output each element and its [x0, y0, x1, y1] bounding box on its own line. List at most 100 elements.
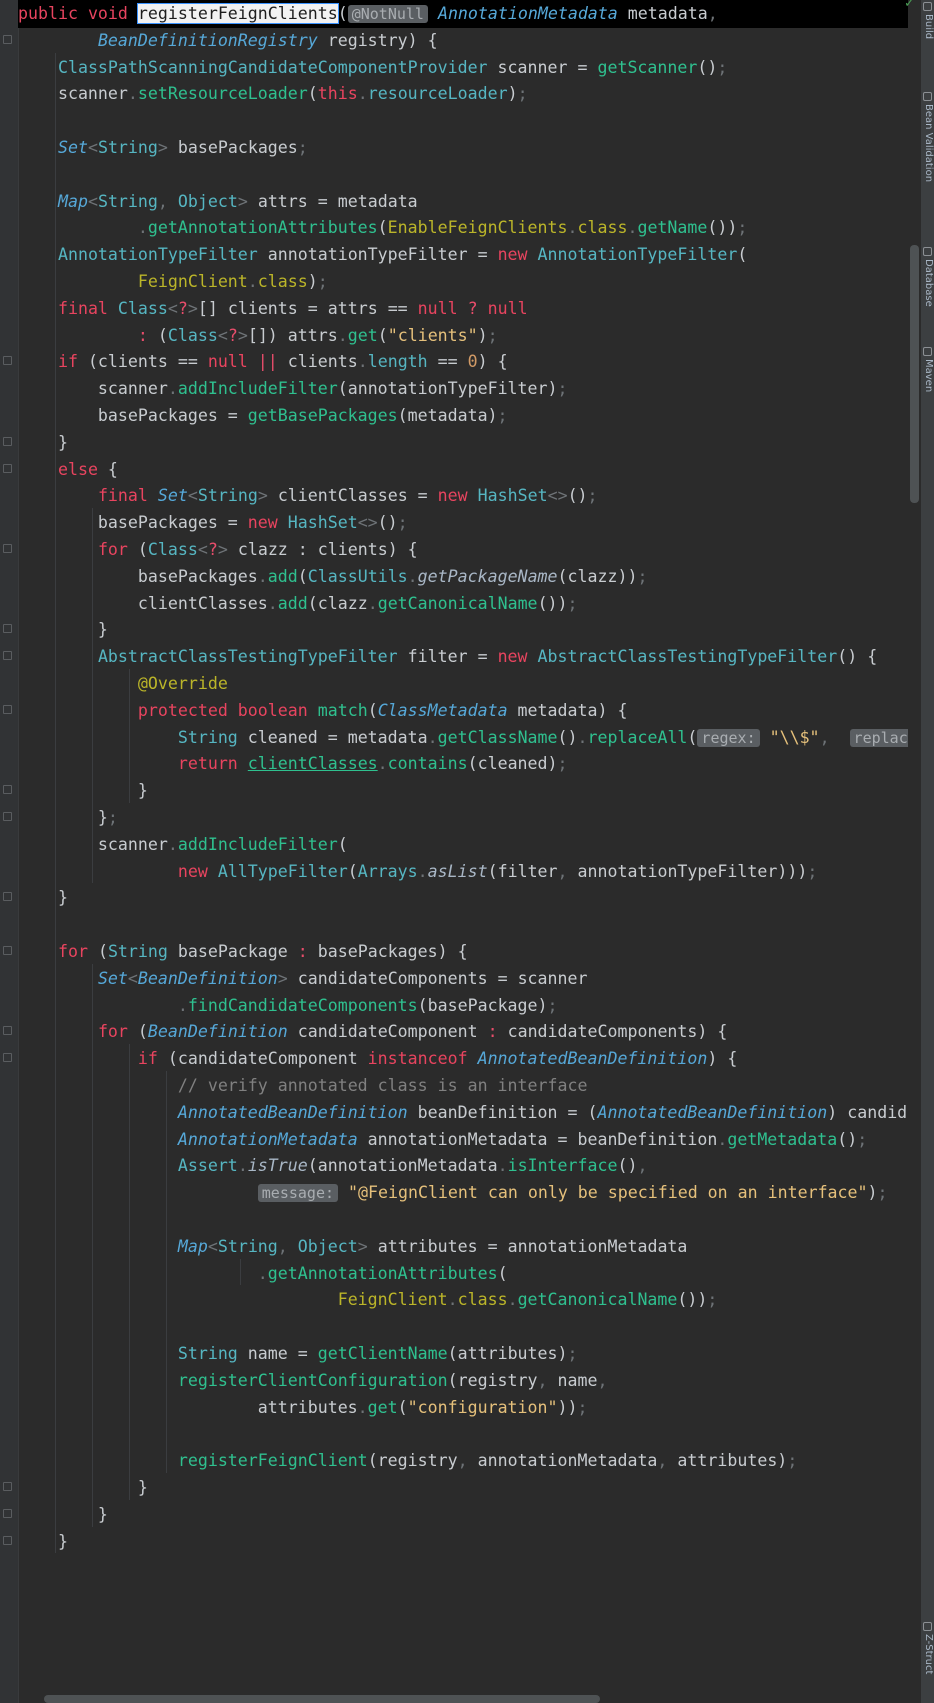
code-line[interactable]: : (Class<?>[]) attrs.get("clients"); [18, 321, 908, 350]
fold-toggle-icon[interactable] [3, 544, 12, 553]
code-line[interactable]: Set<String> basePackages; [18, 133, 908, 162]
code-line[interactable]: } [18, 776, 908, 805]
code-line[interactable]: Set<BeanDefinition> candidateComponents … [18, 964, 908, 993]
code-line[interactable]: BeanDefinitionRegistry registry) { [18, 26, 908, 55]
code-line[interactable]: final Set<String> clientClasses = new Ha… [18, 481, 908, 510]
code-line[interactable]: clientClasses.add(clazz.getCanonicalName… [18, 589, 908, 618]
code-line[interactable]: @Override [18, 669, 908, 698]
current-code-line[interactable]: public void registerFeignClients(@NotNul… [18, 0, 908, 28]
code-line[interactable]: attributes.get("configuration")); [18, 1393, 908, 1422]
code-text: ( [297, 566, 308, 586]
punctuation-token: . [717, 1129, 728, 1149]
tool-window-tab[interactable]: Maven [922, 359, 934, 469]
tool-window-tab[interactable]: Bean Validation [922, 104, 934, 214]
code-line[interactable]: new AllTypeFilter(Arrays.asList(filter, … [18, 857, 908, 886]
code-line[interactable]: ClassPathScanningCandidateComponentProvi… [18, 53, 908, 82]
tool-window-icon[interactable] [923, 2, 932, 11]
code-line[interactable] [18, 160, 908, 189]
fold-toggle-icon[interactable] [3, 651, 12, 661]
code-line[interactable]: String name = getClientName(attributes); [18, 1339, 908, 1368]
code-line[interactable]: } [18, 1527, 908, 1556]
tool-window-tab[interactable]: Z-Struct [922, 1634, 934, 1703]
code-line[interactable]: // verify annotated class is an interfac… [18, 1071, 908, 1100]
fold-toggle-icon[interactable] [3, 1482, 12, 1491]
code-line[interactable]: return clientClasses.contains(cleaned); [18, 749, 908, 778]
code-line[interactable]: scanner.addIncludeFilter(annotationTypeF… [18, 374, 908, 403]
code-line[interactable]: AnnotatedBeanDefinition beanDefinition =… [18, 1098, 908, 1127]
code-text: name = [237, 1344, 318, 1363]
tool-window-icon[interactable] [923, 1622, 932, 1631]
code-line[interactable]: basePackages.add(ClassUtils.getPackageNa… [18, 562, 908, 591]
fold-toggle-icon[interactable] [3, 1508, 12, 1518]
code-editor[interactable]: public void registerFeignClients(@NotNul… [0, 0, 934, 1703]
code-text: cleaned = metadata [237, 727, 428, 747]
code-line[interactable]: for (String basePackage : basePackages) … [18, 937, 908, 966]
code-line[interactable]: scanner.addIncludeFilter( [18, 830, 908, 859]
code-line[interactable]: AbstractClassTestingTypeFilter filter = … [18, 642, 908, 671]
class-token: String [97, 191, 158, 211]
code-line[interactable]: }; [18, 803, 908, 832]
code-line[interactable]: message: "@FeignClient can only be speci… [18, 1178, 908, 1207]
code-line[interactable]: else { [18, 455, 908, 484]
code-line[interactable]: registerClientConfiguration(registry, na… [18, 1366, 908, 1395]
inspection-ok-icon[interactable]: ✓ [904, 0, 915, 11]
code-line[interactable]: registerFeignClient(registry, annotation… [18, 1446, 908, 1475]
fold-toggle-icon[interactable] [3, 356, 12, 366]
code-line[interactable]: } [18, 615, 908, 644]
code-line[interactable]: .findCandidateComponents(basePackage); [18, 991, 908, 1020]
code-line[interactable]: Map<String, Object> attributes = annotat… [18, 1232, 908, 1261]
tool-window-icon[interactable] [923, 347, 932, 356]
fold-toggle-icon[interactable] [3, 946, 12, 955]
fold-toggle-icon[interactable] [3, 436, 12, 446]
code-line[interactable] [18, 1312, 908, 1341]
punctuation-token: , [457, 1451, 478, 1471]
code-line[interactable]: FeignClient.class); [18, 267, 908, 296]
fold-toggle-icon[interactable] [3, 624, 12, 634]
code-line[interactable]: AnnotationMetadata annotationMetadata = … [18, 1125, 908, 1154]
fold-toggle-icon[interactable] [3, 34, 12, 44]
code-line[interactable]: basePackages = new HashSet<>(); [18, 508, 908, 537]
code-text: ( [397, 1397, 408, 1417]
fold-toggle-icon[interactable] [3, 1026, 12, 1036]
code-area[interactable]: public void registerFeignClients(@NotNul… [18, 0, 908, 1703]
code-line[interactable]: .getAnnotationAttributes(EnableFeignClie… [18, 213, 908, 242]
code-line[interactable]: String cleaned = metadata.getClassName()… [18, 723, 908, 752]
code-line[interactable] [18, 910, 908, 939]
tool-window-icon[interactable] [923, 247, 932, 256]
code-line[interactable]: .getAnnotationAttributes( [18, 1259, 908, 1288]
fold-toggle-icon[interactable] [3, 785, 12, 795]
code-line[interactable]: final Class<?>[] clients = attrs == null… [18, 294, 908, 323]
code-line[interactable]: } [18, 428, 908, 457]
fold-toggle-icon[interactable] [3, 1053, 12, 1063]
code-line[interactable]: scanner.setResourceLoader(this.resourceL… [18, 79, 908, 108]
code-line[interactable]: } [18, 1500, 908, 1529]
fold-toggle-icon[interactable] [3, 892, 12, 902]
code-line[interactable]: } [18, 1473, 908, 1502]
code-line[interactable]: basePackages = getBasePackages(metadata)… [18, 401, 908, 430]
code-line[interactable]: for (BeanDefinition candidateComponent :… [18, 1017, 908, 1046]
tool-window-icon[interactable] [923, 92, 932, 101]
code-line[interactable]: for (Class<?> clazz : clients) { [18, 535, 908, 564]
code-line[interactable]: AnnotationTypeFilter annotationTypeFilte… [18, 240, 908, 269]
code-line[interactable]: Map<String, Object> attrs = metadata [18, 187, 908, 216]
code-line[interactable]: if (clients == null || clients.length ==… [18, 347, 908, 376]
code-line[interactable]: protected boolean match(ClassMetadata me… [18, 696, 908, 725]
fold-toggle-icon[interactable] [3, 463, 12, 473]
code-line[interactable]: } [18, 883, 908, 912]
code-line[interactable]: Assert.isTrue(annotationMetadata.isInter… [18, 1151, 908, 1180]
horizontal-scrollbar-thumb[interactable] [44, 1695, 600, 1703]
fold-toggle-icon[interactable] [3, 704, 12, 714]
fold-toggle-icon[interactable] [3, 812, 12, 821]
code-line[interactable] [18, 1205, 908, 1234]
code-line[interactable]: FeignClient.class.getCanonicalName()); [18, 1285, 908, 1314]
method-token: add [277, 593, 308, 613]
code-text: () [377, 513, 398, 533]
code-line[interactable]: if (candidateComponent instanceof Annota… [18, 1044, 908, 1073]
class-token: ClassUtils [307, 566, 408, 586]
code-line[interactable] [18, 1419, 908, 1448]
fold-toggle-icon[interactable] [3, 1535, 12, 1545]
code-line[interactable] [18, 106, 908, 135]
code-text: name [557, 1370, 598, 1390]
vertical-scrollbar-thumb[interactable] [910, 245, 919, 503]
